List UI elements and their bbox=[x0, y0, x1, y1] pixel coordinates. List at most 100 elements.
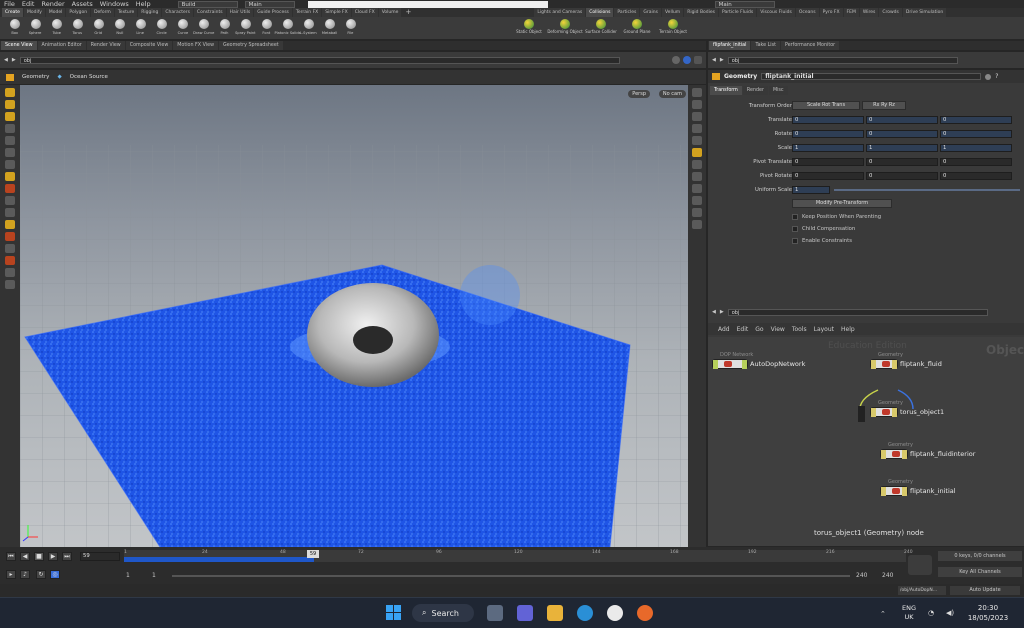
houdini-icon[interactable] bbox=[637, 605, 653, 621]
checkbox-child-compensation[interactable] bbox=[792, 226, 798, 232]
record-icon[interactable] bbox=[5, 232, 15, 241]
grid-icon[interactable] bbox=[5, 268, 15, 277]
realtime-toggle[interactable]: ▸ bbox=[6, 570, 16, 579]
param-forward-icon[interactable]: ▶ bbox=[720, 57, 724, 63]
tab-performance-monitor[interactable]: Performance Monitor bbox=[780, 41, 840, 50]
checkbox-enable-constraints[interactable] bbox=[792, 238, 798, 244]
shelf-tab-modify[interactable]: Modify bbox=[23, 8, 45, 17]
scale-tool-icon[interactable] bbox=[5, 124, 15, 133]
wifi-icon[interactable]: ◔ bbox=[928, 609, 934, 617]
uniform-scale-slider[interactable] bbox=[834, 189, 1020, 191]
key-all-channels-button[interactable]: Key All Channels bbox=[938, 567, 1022, 577]
param-pivot-rotate-z[interactable]: 0 bbox=[940, 172, 1012, 180]
tab-render-view[interactable]: Render View bbox=[86, 41, 125, 50]
shelf-tab-rigging[interactable]: Rigging bbox=[138, 8, 162, 17]
desktop-select[interactable]: Build bbox=[177, 0, 238, 8]
node-label-fliptank-initial[interactable]: fliptank_initial bbox=[910, 487, 956, 495]
file-explorer-icon[interactable] bbox=[547, 605, 563, 621]
menu-windows[interactable]: Windows bbox=[100, 0, 129, 8]
menu-render[interactable]: Render bbox=[41, 0, 64, 8]
template-icon[interactable] bbox=[692, 184, 702, 193]
param-translate-x[interactable]: 0 bbox=[792, 116, 864, 124]
shelf-add-tab-icon[interactable]: + bbox=[402, 8, 414, 17]
menu-edit[interactable]: Edit bbox=[22, 0, 35, 8]
current-frame-field[interactable]: 59 bbox=[80, 552, 120, 561]
modify-pre-transform-button[interactable]: Modify Pre-Transform bbox=[792, 199, 892, 208]
tool-circle[interactable]: Circle bbox=[151, 17, 172, 39]
shelf-tab-fem[interactable]: FEM bbox=[843, 8, 859, 17]
tool-static-object[interactable]: Static Object bbox=[511, 17, 547, 39]
shelf-tab-guide-process[interactable]: Guide Process bbox=[254, 8, 292, 17]
net-menu-view[interactable]: View bbox=[771, 326, 785, 333]
shelf-tab-polygon[interactable]: Polygon bbox=[66, 8, 91, 17]
move-tool-icon[interactable] bbox=[5, 100, 15, 109]
auto-update-select[interactable]: Auto Update bbox=[950, 586, 1020, 595]
end-frame-2[interactable]: 240 bbox=[882, 572, 893, 579]
shelf-tab-characters[interactable]: Characters bbox=[162, 8, 193, 17]
forward-icon[interactable]: ▶ bbox=[12, 57, 16, 63]
param-pivot-rotate-y[interactable]: 0 bbox=[866, 172, 938, 180]
net-forward-icon[interactable]: ▶ bbox=[720, 309, 724, 315]
node-autodopnetwork[interactable] bbox=[712, 359, 748, 369]
brush-icon[interactable] bbox=[5, 208, 15, 217]
param-translate-y[interactable]: 0 bbox=[866, 116, 938, 124]
sphere-icon[interactable] bbox=[672, 56, 680, 64]
shelf-tab-model[interactable]: Model bbox=[45, 8, 66, 17]
uniform-scale-field[interactable]: 1 bbox=[792, 186, 830, 194]
context-label[interactable]: Geometry bbox=[22, 74, 49, 80]
shelf-tab-hair-utils[interactable]: Hair Utils bbox=[226, 8, 254, 17]
shelf-tab-volume[interactable]: Volume bbox=[378, 8, 402, 17]
network-path-field[interactable]: obj bbox=[727, 308, 988, 316]
step-back-button[interactable]: ◀ bbox=[20, 552, 30, 561]
shelf-tab-collisions[interactable]: Collisions bbox=[586, 8, 614, 17]
node-label-torus-object1[interactable]: torus_object1 bbox=[900, 408, 944, 416]
help-icon[interactable]: ? bbox=[995, 73, 998, 80]
shelf-tab-vellum[interactable]: Vellum bbox=[661, 8, 684, 17]
camera-menu[interactable]: No cam bbox=[658, 90, 686, 98]
globe-icon[interactable] bbox=[683, 56, 691, 64]
tab-transform[interactable]: Transform bbox=[710, 86, 742, 95]
flipbook-icon[interactable] bbox=[692, 220, 702, 229]
scene-viewport[interactable]: Persp No cam bbox=[20, 85, 688, 547]
param-rotate-y[interactable]: 0 bbox=[866, 130, 938, 138]
param-back-icon[interactable]: ◀ bbox=[712, 57, 716, 63]
param-translate-z[interactable]: 0 bbox=[940, 116, 1012, 124]
shelf-tab-drive-simulation[interactable]: Drive Simulation bbox=[902, 8, 947, 17]
lock-icon[interactable] bbox=[5, 160, 15, 169]
shelf-tab-lights-and-cameras[interactable]: Lights and Cameras bbox=[534, 8, 586, 17]
tab-composite-view[interactable]: Composite View bbox=[125, 41, 173, 50]
windows-start-icon[interactable] bbox=[386, 605, 401, 620]
jump-end-button[interactable]: ⏭ bbox=[62, 552, 72, 561]
tab-motion-fx-view[interactable]: Motion FX View bbox=[173, 41, 218, 50]
node-fliptank-fluidinterior[interactable] bbox=[880, 449, 908, 459]
rotation-order-select[interactable]: Rx Ry Rz bbox=[862, 101, 906, 110]
param-pivot-translate-y[interactable]: 0 bbox=[866, 158, 938, 166]
tool-box[interactable]: Box bbox=[4, 17, 25, 39]
volume-icon[interactable]: ◀) bbox=[946, 609, 954, 617]
scene-path-field[interactable]: obj bbox=[19, 56, 620, 64]
menu-help[interactable]: Help bbox=[136, 0, 151, 8]
param-scale-x[interactable]: 1 bbox=[792, 144, 864, 152]
snapshot-icon[interactable] bbox=[692, 208, 702, 217]
param-pivot-translate-x[interactable]: 0 bbox=[792, 158, 864, 166]
menu-file[interactable]: File bbox=[4, 0, 15, 8]
node-label-autodopnetwork[interactable]: AutoDopNetwork bbox=[750, 360, 805, 368]
point-display-icon[interactable] bbox=[692, 124, 702, 133]
param-rotate-z[interactable]: 0 bbox=[940, 130, 1012, 138]
loop-button[interactable]: ↻ bbox=[36, 570, 46, 579]
start-frame-2[interactable]: 1 bbox=[152, 572, 156, 579]
shelf-tab-particles[interactable]: Particles bbox=[614, 8, 640, 17]
param-pivot-translate-z[interactable]: 0 bbox=[940, 158, 1012, 166]
app-icon[interactable] bbox=[607, 605, 623, 621]
shelf-tab-oceans[interactable]: Oceans bbox=[795, 8, 819, 17]
edge-icon[interactable] bbox=[577, 605, 593, 621]
magnet-icon[interactable] bbox=[5, 184, 15, 193]
tab-scene-view[interactable]: Scene View bbox=[1, 41, 37, 50]
network-canvas[interactable]: Education Edition Objec DOP Network AutoD… bbox=[708, 337, 1024, 546]
tool-torus[interactable]: Torus bbox=[67, 17, 88, 39]
node-label-fliptank-fluid[interactable]: fliptank_fluid bbox=[900, 360, 942, 368]
range-slider[interactable] bbox=[172, 575, 850, 577]
tool-deforming-object[interactable]: Deforming Object bbox=[547, 17, 583, 39]
shelf-tab-wires[interactable]: Wires bbox=[859, 8, 879, 17]
net-menu-tools[interactable]: Tools bbox=[792, 326, 807, 333]
